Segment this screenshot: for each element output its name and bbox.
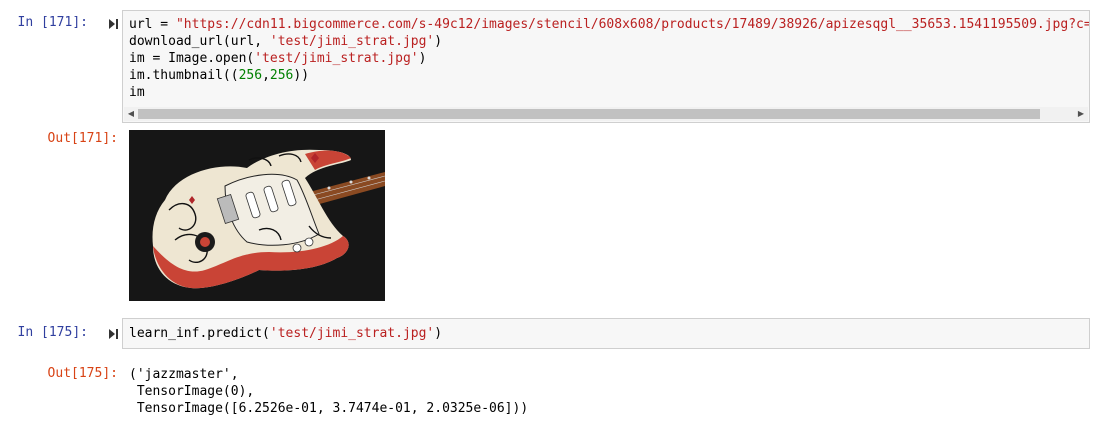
code-line: im = Image.open('test/jimi_strat.jpg') [129, 51, 427, 66]
output-line: TensorImage([6.2526e-01, 3.7474e-01, 2.0… [129, 401, 529, 416]
scroll-right-icon[interactable]: ▶ [1074, 107, 1088, 121]
output-line: ('jazzmaster', [129, 367, 239, 382]
guitar-illustration [129, 130, 385, 301]
scroll-thumb[interactable] [138, 109, 1040, 119]
code-line: download_url(url, 'test/jimi_strat.jpg') [129, 34, 443, 49]
code-line: learn_inf.predict('test/jimi_strat.jpg') [129, 326, 443, 341]
output-prompt-175: Out[175]: [47, 366, 118, 381]
guitar-image [129, 130, 385, 301]
code-line: im [129, 85, 145, 100]
code-cell-175[interactable]: learn_inf.predict('test/jimi_strat.jpg') [122, 318, 1090, 349]
input-prompt-175: In [175]: [17, 325, 88, 340]
run-cell-icon[interactable] [108, 328, 118, 340]
output-line: TensorImage(0), [129, 384, 255, 399]
scroll-left-icon[interactable]: ◀ [124, 107, 138, 121]
input-prompt-171: In [171]: [17, 15, 88, 30]
output-prompt-171: Out[171]: [47, 131, 118, 146]
horizontal-scrollbar[interactable]: ◀ ▶ [124, 107, 1088, 121]
code-line: im.thumbnail((256,256)) [129, 68, 310, 83]
code-cell-171[interactable]: url = "https://cdn11.bigcommerce.com/s-4… [122, 10, 1090, 123]
code-line: url = "https://cdn11.bigcommerce.com/s-4… [129, 17, 1090, 32]
run-cell-icon[interactable] [108, 18, 118, 30]
